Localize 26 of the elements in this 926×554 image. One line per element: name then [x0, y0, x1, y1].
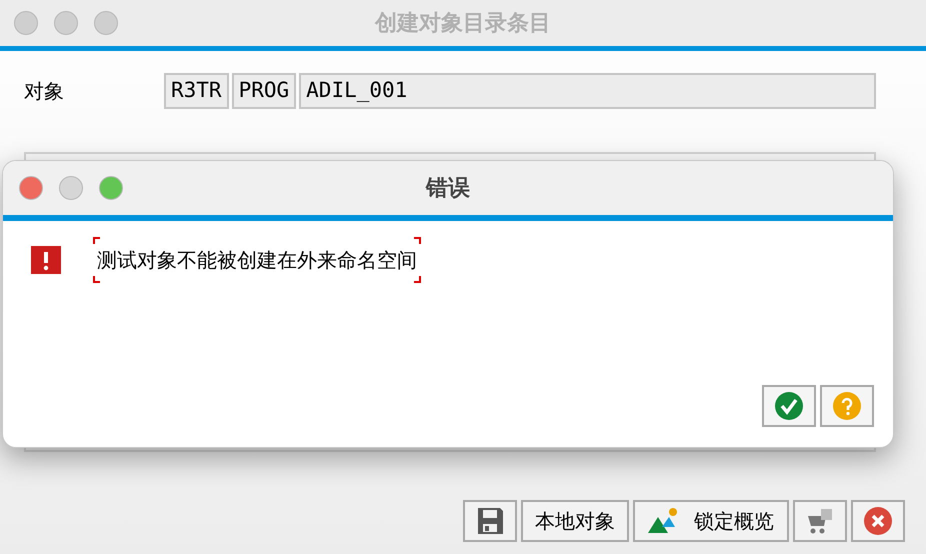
help-icon	[833, 392, 861, 420]
help-button[interactable]	[820, 385, 874, 427]
transport-button[interactable]	[793, 500, 847, 542]
local-object-button[interactable]: 本地对象	[521, 500, 629, 542]
object-field[interactable]: R3TR	[164, 73, 229, 109]
object-field[interactable]: PROG	[232, 73, 296, 109]
cart-icon	[805, 506, 835, 536]
cancel-button[interactable]	[851, 500, 905, 542]
object-label: 对象	[24, 78, 65, 105]
lock-overview-button[interactable]: 锁定概览	[633, 500, 789, 542]
object-field[interactable]: ADIL_001	[299, 73, 876, 109]
mountains-icon	[648, 507, 680, 535]
error-message: 测试对象不能被创建在外来命名空间	[93, 237, 421, 283]
save-button[interactable]	[463, 500, 517, 542]
window-control-icon[interactable]	[99, 176, 123, 200]
checkmark-icon	[775, 392, 803, 420]
window-title: 创建对象目录条目	[375, 10, 551, 38]
confirm-button[interactable]	[762, 385, 816, 427]
window-control-icon[interactable]	[19, 176, 43, 200]
window-control-icon[interactable]	[59, 176, 83, 200]
window-control-icon[interactable]	[94, 11, 118, 35]
error-icon	[31, 246, 61, 274]
window-control-icon[interactable]	[54, 11, 78, 35]
dialog-title: 错误	[426, 174, 470, 202]
window-control-icon[interactable]	[14, 11, 38, 35]
cancel-icon	[864, 507, 892, 535]
